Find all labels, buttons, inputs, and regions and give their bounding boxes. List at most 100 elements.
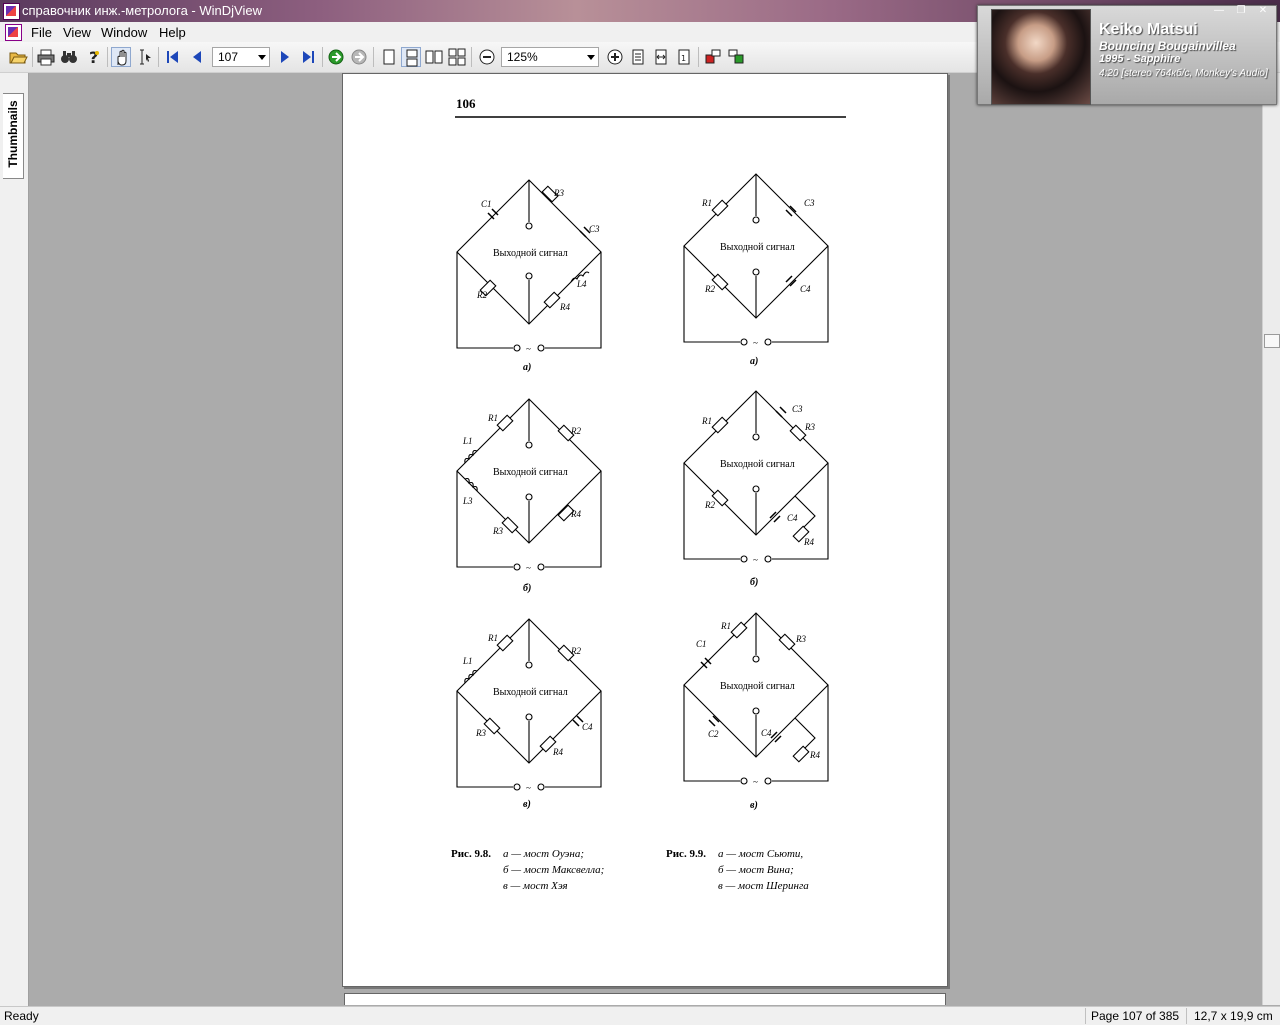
svg-text:L1: L1: [462, 656, 473, 666]
svg-text:б): б): [523, 583, 531, 594]
next-page-icon[interactable]: [275, 47, 295, 67]
window-title: справочник инж.-метролога - WinDjView: [22, 3, 262, 18]
svg-text:R1: R1: [701, 416, 712, 426]
svg-text:R2: R2: [570, 646, 581, 656]
svg-text:R1: R1: [720, 621, 731, 631]
now-playing-popup: — ❐ ✕ Keiko Matsui Bouncing Bougainvillea …: [977, 5, 1277, 105]
svg-text:R1: R1: [701, 198, 712, 208]
zoom-combo[interactable]: 125%: [501, 47, 599, 67]
figure-caption-label: Рис. 9.9.: [666, 848, 706, 860]
chevron-down-icon[interactable]: [258, 55, 266, 60]
svg-text:~: ~: [526, 783, 531, 793]
maximize-icon[interactable]: ❐: [1231, 4, 1251, 18]
rotate-right-icon[interactable]: [726, 47, 746, 67]
document-page: 106 C1 R3 C3 R2 R4 L4 Выходной сигнал ~ …: [342, 73, 948, 987]
status-text: Ready: [4, 1009, 39, 1023]
svg-text:R4: R4: [803, 537, 814, 547]
svg-text:R4: R4: [570, 509, 581, 519]
status-size: 12,7 x 19,9 cm: [1194, 1009, 1273, 1023]
single-page-icon[interactable]: [379, 47, 399, 67]
status-page: Page 107 of 385: [1091, 1009, 1180, 1023]
actual-size-icon[interactable]: 1: [674, 47, 694, 67]
menu-help[interactable]: Help: [159, 25, 186, 40]
artist-name: Keiko Matsui: [1099, 21, 1198, 38]
svg-text:C4: C4: [761, 728, 772, 738]
svg-text:а — мост Сьюти,: а — мост Сьюти,: [718, 848, 803, 860]
svg-text:C3: C3: [589, 224, 600, 234]
page-number-combo[interactable]: 107: [212, 47, 270, 67]
svg-text:C2: C2: [708, 729, 719, 739]
document-viewer[interactable]: 106 C1 R3 C3 R2 R4 L4 Выходной сигнал ~ …: [29, 73, 1262, 1005]
continuous-facing-icon[interactable]: [447, 47, 467, 67]
back-icon[interactable]: [326, 47, 346, 67]
svg-text:б — мост Вина;: б — мост Вина;: [718, 864, 794, 876]
fit-width-icon[interactable]: [651, 47, 671, 67]
svg-text:R4: R4: [809, 750, 820, 760]
svg-text:L4: L4: [576, 279, 587, 289]
open-folder-icon[interactable]: [8, 47, 28, 67]
first-page-icon[interactable]: [163, 47, 183, 67]
svg-text:R3: R3: [804, 422, 815, 432]
svg-text:R3: R3: [492, 526, 503, 536]
fit-page-icon[interactable]: [628, 47, 648, 67]
status-bar: Ready Page 107 of 385 12,7 x 19,9 cm: [0, 1006, 1280, 1025]
last-page-icon[interactable]: [298, 47, 318, 67]
output-signal-label: Выходной сигнал: [493, 248, 568, 259]
album-cover: [991, 9, 1091, 105]
select-text-icon[interactable]: [134, 47, 154, 67]
svg-text:R3: R3: [795, 634, 806, 644]
output-signal-label: Выходной сигнал: [493, 687, 568, 698]
svg-text:C3: C3: [792, 404, 803, 414]
svg-text:б — мост Максвелла;: б — мост Максвелла;: [503, 864, 604, 876]
thumbnails-tab-label: Thumbnails: [6, 100, 20, 168]
hand-tool-icon[interactable]: [111, 47, 131, 67]
svg-text:~: ~: [526, 344, 531, 354]
output-signal-label: Выходной сигнал: [720, 459, 795, 470]
album-title: 1995 - Sapphire: [1099, 53, 1181, 65]
menu-window[interactable]: Window: [101, 25, 147, 40]
next-page-preview: [344, 993, 946, 1005]
forward-icon[interactable]: [349, 47, 369, 67]
menu-file[interactable]: File: [31, 25, 52, 40]
svg-text:R2: R2: [704, 284, 715, 294]
zoom-in-icon[interactable]: [605, 47, 625, 67]
svg-text:R3: R3: [553, 188, 564, 198]
chevron-down-icon[interactable]: [587, 55, 595, 60]
print-icon[interactable]: [36, 47, 56, 67]
svg-text:C4: C4: [582, 722, 593, 732]
help-icon[interactable]: ?: [83, 47, 103, 67]
output-signal-label: Выходной сигнал: [493, 467, 568, 478]
minimize-icon[interactable]: —: [1209, 4, 1229, 18]
document-icon[interactable]: [5, 24, 22, 41]
svg-text:в): в): [750, 800, 758, 811]
output-signal-label: Выходной сигнал: [720, 681, 795, 692]
svg-text:а): а): [523, 362, 531, 373]
find-icon[interactable]: [59, 47, 79, 67]
page-number-value: 107: [218, 50, 239, 64]
svg-text:а — мост Оуэна;: а — мост Оуэна;: [503, 848, 584, 860]
close-icon[interactable]: ✕: [1253, 4, 1273, 18]
bridge-owen: [456, 179, 602, 352]
app-icon[interactable]: [3, 3, 20, 20]
svg-text:R2: R2: [476, 290, 487, 300]
menu-view[interactable]: View: [63, 25, 91, 40]
svg-text:C3: C3: [804, 198, 815, 208]
zoom-out-icon[interactable]: [477, 47, 497, 67]
figure-caption-label: Рис. 9.8.: [451, 848, 491, 860]
svg-text:1: 1: [681, 54, 686, 63]
overlay-window-buttons: — ❐ ✕: [1207, 2, 1273, 18]
rotate-left-icon[interactable]: [703, 47, 723, 67]
bridge-hay: [456, 618, 602, 791]
svg-text:б): б): [750, 577, 758, 588]
facing-pages-icon[interactable]: [424, 47, 444, 67]
continuous-page-icon[interactable]: [401, 47, 421, 67]
svg-text:R4: R4: [559, 302, 570, 312]
svg-text:?: ?: [89, 48, 98, 67]
svg-text:в — мост Хэя: в — мост Хэя: [503, 880, 568, 892]
previous-page-icon[interactable]: [187, 47, 207, 67]
thumbnails-tab[interactable]: Thumbnails: [3, 93, 24, 179]
scrollbar-thumb[interactable]: [1264, 334, 1280, 348]
svg-text:C1: C1: [481, 199, 492, 209]
svg-text:C1: C1: [696, 639, 707, 649]
vertical-scrollbar[interactable]: [1262, 73, 1280, 1005]
